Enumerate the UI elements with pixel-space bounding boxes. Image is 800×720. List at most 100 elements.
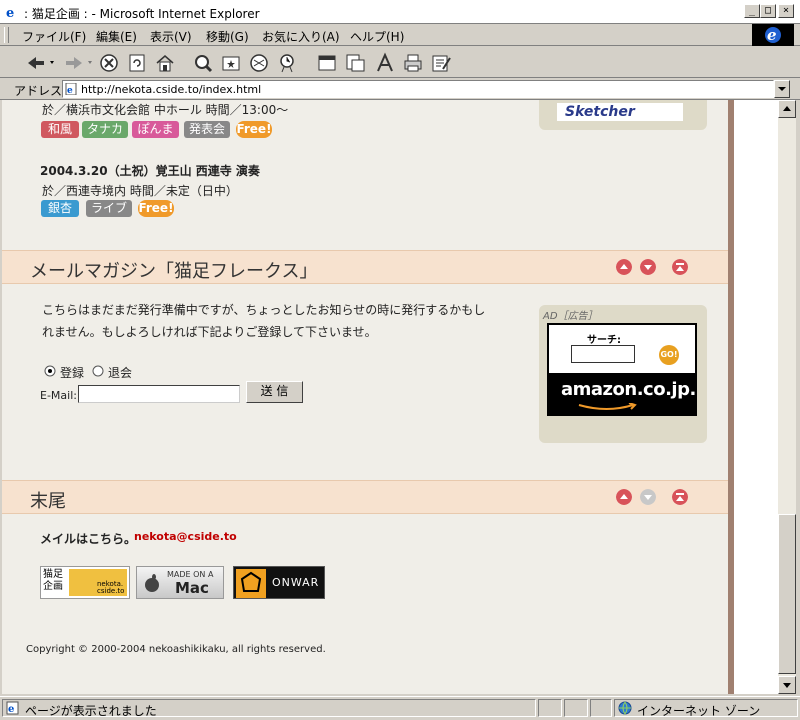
menu-file[interactable]: ファイル(F) — [22, 28, 86, 45]
submit-button[interactable]: 送 信 — [246, 381, 303, 403]
svg-text:e: e — [767, 26, 777, 44]
menu-go[interactable]: 移動(G) — [206, 28, 249, 45]
tag-free-2[interactable]: Free! — [138, 200, 174, 217]
menu-bar: ファイル(F) 編集(E) 表示(V) 移動(G) お気に入り(A) ヘルプ(H… — [0, 24, 800, 46]
status-cell-2 — [538, 699, 562, 717]
sketcher-logo: Sketcher — [565, 104, 635, 120]
mac-badge-bottom: Mac — [175, 579, 209, 597]
refresh-icon[interactable] — [126, 52, 148, 74]
close-button[interactable]: × — [778, 4, 794, 18]
stop-icon[interactable] — [98, 52, 120, 74]
search-icon[interactable] — [192, 52, 214, 74]
scroll-down-button[interactable] — [778, 676, 796, 694]
apple-icon — [145, 574, 159, 592]
mail-icon[interactable] — [344, 52, 366, 74]
menu-view[interactable]: 表示(V) — [150, 28, 192, 45]
minimize-button[interactable]: _ — [744, 4, 760, 18]
arrow-down-icon — [783, 683, 791, 688]
ie-throbber: e — [752, 24, 794, 46]
ie-icon: e — [4, 4, 20, 20]
page-content: 於／横浜市文化会館 中ホール 時間／13:00～ 和風 タナカ ぽんま 発表会 … — [2, 100, 728, 694]
tag-happyokai[interactable]: 発表会 — [184, 121, 230, 138]
amazon-smile-icon — [578, 403, 637, 410]
tag-ginnan[interactable]: 銀杏 — [41, 200, 79, 217]
radio-checked-icon — [44, 365, 56, 377]
tag-free[interactable]: Free! — [236, 121, 272, 138]
menu-help[interactable]: ヘルプ(H) — [350, 28, 404, 45]
mail-magazine-title: メールマガジン「猫足フレークス」 — [30, 261, 318, 282]
tag-wafu[interactable]: 和風 — [41, 121, 79, 138]
address-bar: アドレス e http://nekota.cside.to/index.html — [0, 78, 800, 100]
mail-body-line1: こちらはまだまだ発行準備中ですが、ちょっとしたお知らせの時に発行するかもし — [42, 303, 486, 317]
amazon-go-button[interactable]: GO! — [659, 345, 679, 365]
svg-text:e: e — [8, 704, 14, 715]
forward-icon[interactable] — [62, 52, 96, 74]
internet-zone-icon — [618, 701, 632, 715]
end-section-header: 末尾 — [2, 480, 728, 514]
media-icon[interactable] — [248, 52, 270, 74]
status-cell-3 — [564, 699, 588, 717]
tag-tanaka[interactable]: タナカ — [82, 121, 128, 138]
mail-body-line2: れません。もしよろしければ下記よりご登録して下さいませ。 — [42, 325, 377, 339]
edit-icon[interactable] — [430, 52, 452, 74]
back-icon[interactable] — [24, 52, 58, 74]
tag-live[interactable]: ライブ — [86, 200, 132, 217]
copyright: Copyright © 2000-2004 nekoashikikaku, al… — [26, 644, 326, 655]
font-size-icon[interactable] — [374, 52, 396, 74]
browser-viewport: 於／横浜市文化会館 中ホール 時間／13:00～ 和風 タナカ ぽんま 発表会 … — [2, 100, 778, 694]
maximize-button[interactable]: □ — [760, 4, 776, 18]
mail-contact-text: メイルはこちら。 — [40, 532, 137, 546]
menu-favorites[interactable]: お気に入り(A) — [262, 28, 340, 45]
event1-detail: 於／横浜市文化会館 中ホール 時間／13:00～ — [42, 103, 289, 117]
vertical-scrollbar[interactable] — [778, 100, 796, 694]
home-icon[interactable] — [154, 52, 176, 74]
arrow-up-icon — [783, 106, 791, 111]
favorites-icon[interactable] — [220, 52, 242, 74]
menu-grip — [4, 27, 9, 43]
scroll-top-icon[interactable] — [672, 259, 688, 275]
onwar-text: ONWAR — [272, 576, 320, 589]
scroll-down-icon[interactable] — [640, 259, 656, 275]
scroll-up-icon[interactable] — [616, 259, 632, 275]
page-right-margin — [734, 100, 778, 694]
nekota-badge[interactable]: 猫足 企画 nekota. cside.to — [40, 566, 130, 599]
amazon-search-input[interactable] — [571, 345, 635, 363]
status-text-cell: e ページが表示されました — [2, 699, 536, 718]
address-url: http://nekota.cside.to/index.html — [81, 83, 262, 96]
event2-detail: 於／西連寺境内 時間／未定（日中） — [42, 184, 238, 198]
menu-edit[interactable]: 編集(E) — [96, 28, 137, 45]
amazon-search-label: サーチ: — [587, 335, 621, 346]
onwar-badge[interactable]: ONWAR — [233, 566, 325, 599]
address-dropdown[interactable] — [774, 80, 790, 98]
amazon-search-area: サーチ: GO! — [549, 325, 695, 373]
address-input[interactable]: e http://nekota.cside.to/index.html — [62, 80, 774, 98]
radio-subscribe-label: 登録 — [60, 366, 85, 380]
scrollbar-thumb[interactable] — [778, 514, 796, 674]
ad-box: AD［広告］ サーチ: GO! amazon.co.jp. — [539, 305, 707, 443]
history-icon[interactable] — [276, 52, 298, 74]
status-zone-text: インターネット ゾーン — [637, 704, 761, 718]
email-label: E-Mail: — [40, 389, 77, 402]
onwar-logo-icon — [236, 569, 266, 598]
mail-contact-link[interactable]: nekota@cside.to — [134, 530, 237, 543]
status-text: ページが表示されました — [25, 704, 157, 718]
scroll-up-icon-2[interactable] — [616, 489, 632, 505]
toolbar — [0, 46, 800, 78]
event2-title: 2004.3.20（土祝）覚王山 西連寺 演奏 — [40, 164, 260, 178]
print-icon[interactable] — [402, 52, 424, 74]
email-input[interactable] — [78, 385, 240, 403]
sketcher-box: Sketcher — [539, 100, 707, 130]
nekota-badge-line1: 猫足 — [43, 569, 63, 580]
scroll-top-icon-2[interactable] — [672, 489, 688, 505]
fullscreen-icon[interactable] — [316, 52, 338, 74]
end-section-title: 末尾 — [30, 491, 66, 512]
tag-ponma[interactable]: ぽんま — [132, 121, 179, 138]
ie-logo-icon: e — [765, 26, 781, 44]
address-label: アドレス — [14, 84, 63, 98]
sketcher-banner[interactable]: Sketcher — [557, 103, 683, 121]
scroll-up-button[interactable] — [778, 100, 796, 118]
amazon-banner[interactable]: サーチ: GO! amazon.co.jp. — [547, 323, 697, 416]
radio-unchecked-icon — [92, 365, 104, 377]
svg-text:e: e — [67, 86, 73, 95]
made-on-mac-badge[interactable]: MADE ON A Mac — [136, 566, 224, 599]
